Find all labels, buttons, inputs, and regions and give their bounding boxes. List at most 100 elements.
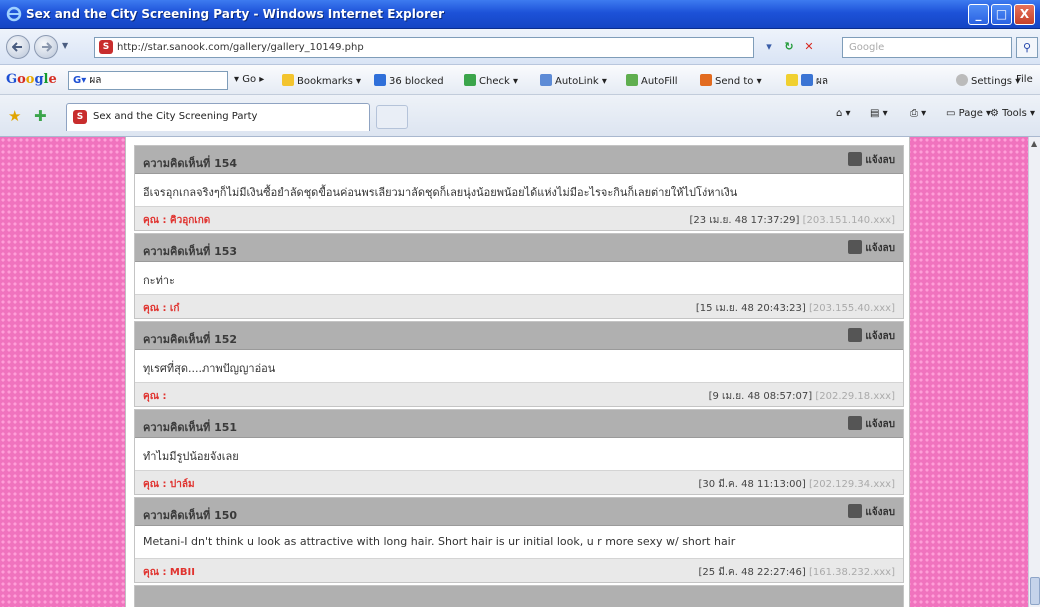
autolink-label: AutoLink: [555, 76, 599, 87]
forward-button[interactable]: [34, 35, 58, 59]
comment-card: ความคิดเห็นที่ 151 แจ้งลบ ทำไมมีรูปน้อยจ…: [134, 409, 904, 495]
autofill-button[interactable]: AutoFill: [626, 74, 678, 87]
vertical-scrollbar[interactable]: ▲: [1028, 137, 1040, 607]
comment-text: อีเจรอุกเกลจริงๆก็ไม่มีเงินซื้อยำลัดชุดข…: [135, 174, 903, 206]
tools-menu[interactable]: ⚙ Tools ▾: [990, 108, 1035, 119]
check-label: Check: [479, 76, 510, 87]
history-dropdown-icon[interactable]: ▼: [62, 41, 68, 50]
report-label: แจ้งลบ: [865, 331, 895, 342]
comment-datetime: [15 เม.ย. 48 20:43:23]: [695, 303, 806, 314]
comment-datetime: [23 เม.ย. 48 17:37:29]: [689, 215, 800, 226]
feeds-icon[interactable]: ▤ ▾: [870, 108, 888, 119]
favorites-star-icon[interactable]: ★: [8, 107, 21, 125]
popup-blocker-button[interactable]: 36 blocked: [374, 74, 444, 87]
comment-card: ความคิดเห็นที่ 153 แจ้งลบ กะท่าะ คุณ : เ…: [134, 233, 904, 319]
google-search-input[interactable]: G▾ ผล: [68, 71, 228, 90]
tab-label: Sex and the City Screening Party: [93, 111, 258, 122]
comment-text: ทุเรศที่สุด....ภาพปัญญาอ่อน: [135, 350, 903, 382]
new-tab-button[interactable]: [376, 105, 408, 129]
comment-text: Metani-I dn't think u look as attractive…: [135, 526, 903, 558]
comment-datetime: [25 มี.ค. 48 22:27:46]: [698, 567, 806, 578]
comment-header: ความคิดเห็นที่ 151 แจ้งลบ: [135, 410, 903, 438]
comment-datetime: [9 เม.ย. 48 08:57:07]: [708, 391, 813, 402]
address-dropdown-icon[interactable]: ▾: [760, 38, 778, 56]
comment-datetime: [30 มี.ค. 48 11:13:00]: [698, 479, 806, 490]
google-toolbar: Google G▾ ผล ▾ Go ▸ Bookmarks ▾ 36 block…: [0, 65, 1040, 95]
report-icon: [848, 416, 863, 430]
address-input[interactable]: S http://star.sanook.com/gallery/gallery…: [94, 37, 754, 58]
autolink-icon: [540, 74, 552, 86]
highlight-button[interactable]: ผล: [786, 74, 828, 89]
search-input[interactable]: Google: [842, 37, 1012, 58]
comment-author: คุณ :: [143, 391, 167, 402]
comment-header: [135, 586, 903, 607]
autolink-button[interactable]: AutoLink ▾: [540, 74, 607, 87]
report-label: แจ้งลบ: [865, 243, 895, 254]
comment-text: ทำไมมีรูปน้อยจังเลย: [135, 438, 903, 470]
comment-footer: คุณ : ปาล์ม [30 มี.ค. 48 11:13:00] [202.…: [135, 470, 903, 494]
forward-arrow-icon: [42, 42, 52, 52]
comment-ip: [203.151.140.xxx]: [802, 215, 895, 226]
go-label: Go: [242, 74, 257, 85]
report-icon: [848, 240, 863, 254]
settings-button[interactable]: Settings ▾: [956, 74, 1020, 87]
report-icon: [848, 504, 863, 518]
check-icon: [464, 74, 476, 86]
search-icon[interactable]: ⚲: [1016, 37, 1038, 58]
add-favorites-icon[interactable]: ✚: [34, 107, 47, 125]
autofill-icon: [626, 74, 638, 86]
highlight-label: ผล: [816, 76, 828, 87]
stop-icon[interactable]: ✕: [800, 38, 818, 56]
page-viewport[interactable]: ความคิดเห็นที่ 154 แจ้งลบ อีเจรอุกเกลจริ…: [0, 137, 1040, 607]
minimize-button[interactable]: _: [968, 4, 989, 25]
report-link[interactable]: แจ้งลบ: [848, 240, 895, 256]
autofill-label: AutoFill: [641, 76, 678, 87]
comment-author: คุณ : คิวอุกเกด: [143, 215, 211, 226]
print-icon[interactable]: ⎙ ▾: [910, 108, 926, 119]
comment-number: ความคิดเห็นที่ 154: [143, 157, 238, 170]
page-menu[interactable]: ▭ Page ▾: [946, 108, 991, 119]
spell-check-button[interactable]: Check ▾: [464, 74, 518, 87]
comments-column: ความคิดเห็นที่ 154 แจ้งลบ อีเจรอุกเกลจริ…: [125, 137, 910, 607]
comment-text: กะท่าะ: [135, 262, 903, 294]
comment-author: คุณ : MBII: [143, 567, 195, 578]
tab-favicon: S: [73, 110, 87, 124]
report-link[interactable]: แจ้งลบ: [848, 328, 895, 344]
send-to-button[interactable]: Send to ▾: [700, 74, 762, 87]
bookmarks-button[interactable]: Bookmarks ▾: [282, 74, 361, 87]
comment-header: ความคิดเห็นที่ 154 แจ้งลบ: [135, 146, 903, 174]
send-icon: [700, 74, 712, 86]
comment-footer: คุณ : คิวอุกเกด [23 เม.ย. 48 17:37:29] […: [135, 206, 903, 230]
home-icon[interactable]: ⌂ ▾: [836, 108, 851, 119]
settings-icon: [956, 74, 968, 86]
report-icon: [848, 152, 863, 166]
comment-footer: คุณ : MBII [25 มี.ค. 48 22:27:46] [161.3…: [135, 558, 903, 582]
comment-header: ความคิดเห็นที่ 152 แจ้งลบ: [135, 322, 903, 350]
comment-header: ความคิดเห็นที่ 150 แจ้งลบ: [135, 498, 903, 526]
comment-card: ความคิดเห็นที่ 154 แจ้งลบ อีเจรอุกเกลจริ…: [134, 145, 904, 231]
window-titlebar[interactable]: Sex and the City Screening Party - Windo…: [0, 0, 1040, 29]
comment-ip: [161.38.232.xxx]: [809, 567, 895, 578]
scrollbar-thumb[interactable]: [1030, 577, 1040, 605]
report-link[interactable]: แจ้งลบ: [848, 504, 895, 520]
report-link[interactable]: แจ้งลบ: [848, 416, 895, 432]
report-label: แจ้งลบ: [865, 507, 895, 518]
refresh-icon[interactable]: ↻: [780, 38, 798, 56]
close-button[interactable]: X: [1014, 4, 1035, 25]
tab-current[interactable]: S Sex and the City Screening Party: [66, 103, 370, 131]
file-menu[interactable]: File: [1016, 74, 1033, 85]
comment-footer: คุณ : [9 เม.ย. 48 08:57:07] [202.29.18.x…: [135, 382, 903, 406]
comment-card: ความคิดเห็นที่ 152 แจ้งลบ ทุเรศที่สุด...…: [134, 321, 904, 407]
google-go-button[interactable]: ▾ Go ▸: [234, 74, 264, 85]
scroll-up-icon[interactable]: ▲: [1031, 139, 1037, 148]
back-arrow-icon: [12, 42, 22, 52]
maximize-button[interactable]: □: [991, 4, 1012, 25]
google-g-icon: G▾: [73, 75, 87, 86]
site-favicon: S: [99, 40, 113, 54]
comment-header: ความคิดเห็นที่ 153 แจ้งลบ: [135, 234, 903, 262]
back-button[interactable]: [6, 35, 30, 59]
report-link[interactable]: แจ้งลบ: [848, 152, 895, 168]
tab-bar: ★ ✚ S Sex and the City Screening Party ⌂…: [0, 95, 1040, 137]
comment-card: ความคิดเห็นที่ 150 แจ้งลบ Metani-I dn't …: [134, 497, 904, 583]
address-url: http://star.sanook.com/gallery/gallery_1…: [117, 42, 364, 53]
